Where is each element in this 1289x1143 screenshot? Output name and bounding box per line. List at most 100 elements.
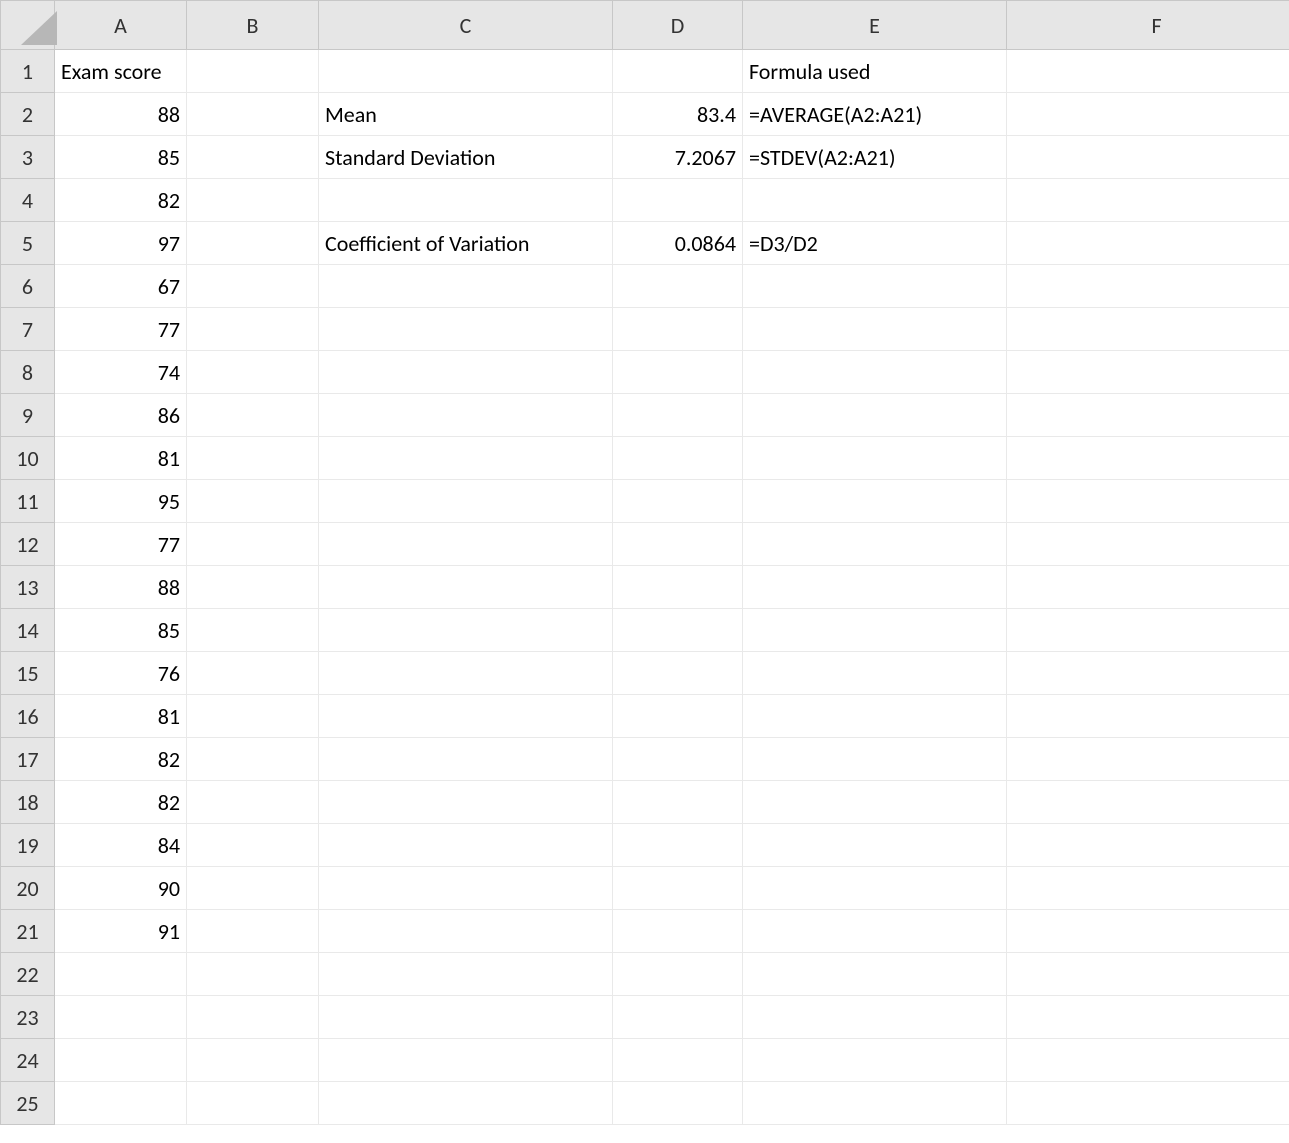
cell-F1[interactable] [1007,50,1289,93]
cell-A15[interactable]: 76 [55,652,187,695]
cell-B2[interactable] [187,93,319,136]
cell-A6[interactable]: 67 [55,265,187,308]
cell-A4[interactable]: 82 [55,179,187,222]
cell-E14[interactable] [743,609,1007,652]
cell-C20[interactable] [319,867,613,910]
cell-A13[interactable]: 88 [55,566,187,609]
cell-D20[interactable] [613,867,743,910]
cell-B5[interactable] [187,222,319,265]
column-header-A[interactable]: A [55,1,187,50]
cell-B4[interactable] [187,179,319,222]
cell-C25[interactable] [319,1082,613,1125]
cell-C4[interactable] [319,179,613,222]
cell-F8[interactable] [1007,351,1289,394]
select-all-corner[interactable] [1,1,55,50]
cell-B20[interactable] [187,867,319,910]
cell-C17[interactable] [319,738,613,781]
row-header-8[interactable]: 8 [1,351,55,394]
cell-F23[interactable] [1007,996,1289,1039]
cell-F24[interactable] [1007,1039,1289,1082]
row-header-21[interactable]: 21 [1,910,55,953]
cell-A7[interactable]: 77 [55,308,187,351]
row-header-24[interactable]: 24 [1,1039,55,1082]
column-header-B[interactable]: B [187,1,319,50]
row-header-9[interactable]: 9 [1,394,55,437]
cell-D6[interactable] [613,265,743,308]
cell-F4[interactable] [1007,179,1289,222]
row-header-23[interactable]: 23 [1,996,55,1039]
cell-E19[interactable] [743,824,1007,867]
cell-F21[interactable] [1007,910,1289,953]
cell-F2[interactable] [1007,93,1289,136]
cell-D13[interactable] [613,566,743,609]
cell-D3[interactable]: 7.2067 [613,136,743,179]
cell-E25[interactable] [743,1082,1007,1125]
cell-A18[interactable]: 82 [55,781,187,824]
row-header-3[interactable]: 3 [1,136,55,179]
cell-C6[interactable] [319,265,613,308]
cell-C8[interactable] [319,351,613,394]
cell-F22[interactable] [1007,953,1289,996]
cell-F6[interactable] [1007,265,1289,308]
cell-E22[interactable] [743,953,1007,996]
cell-B14[interactable] [187,609,319,652]
cell-B9[interactable] [187,394,319,437]
cell-D18[interactable] [613,781,743,824]
cell-E15[interactable] [743,652,1007,695]
cell-C22[interactable] [319,953,613,996]
cell-B7[interactable] [187,308,319,351]
cell-E23[interactable] [743,996,1007,1039]
cell-B12[interactable] [187,523,319,566]
cell-E24[interactable] [743,1039,1007,1082]
cell-B18[interactable] [187,781,319,824]
row-header-18[interactable]: 18 [1,781,55,824]
cell-E6[interactable] [743,265,1007,308]
cell-B3[interactable] [187,136,319,179]
cell-F16[interactable] [1007,695,1289,738]
cell-C24[interactable] [319,1039,613,1082]
grid[interactable]: ABCDEF1Exam scoreFormula used288Mean83.4… [0,0,1289,1125]
cell-B8[interactable] [187,351,319,394]
cell-B10[interactable] [187,437,319,480]
cell-B24[interactable] [187,1039,319,1082]
cell-C15[interactable] [319,652,613,695]
cell-D11[interactable] [613,480,743,523]
row-header-17[interactable]: 17 [1,738,55,781]
column-header-C[interactable]: C [319,1,613,50]
cell-B25[interactable] [187,1082,319,1125]
cell-B11[interactable] [187,480,319,523]
cell-E8[interactable] [743,351,1007,394]
row-header-4[interactable]: 4 [1,179,55,222]
cell-A16[interactable]: 81 [55,695,187,738]
cell-A19[interactable]: 84 [55,824,187,867]
cell-A11[interactable]: 95 [55,480,187,523]
cell-A9[interactable]: 86 [55,394,187,437]
cell-E12[interactable] [743,523,1007,566]
cell-E13[interactable] [743,566,1007,609]
cell-D10[interactable] [613,437,743,480]
cell-E20[interactable] [743,867,1007,910]
row-header-13[interactable]: 13 [1,566,55,609]
row-header-1[interactable]: 1 [1,50,55,93]
row-header-11[interactable]: 11 [1,480,55,523]
cell-F15[interactable] [1007,652,1289,695]
cell-E5[interactable]: =D3/D2 [743,222,1007,265]
cell-A23[interactable] [55,996,187,1039]
cell-C3[interactable]: Standard Deviation [319,136,613,179]
cell-F13[interactable] [1007,566,1289,609]
cell-A10[interactable]: 81 [55,437,187,480]
cell-C5[interactable]: Coefficient of Variation [319,222,613,265]
cell-F7[interactable] [1007,308,1289,351]
cell-D24[interactable] [613,1039,743,1082]
cell-F5[interactable] [1007,222,1289,265]
cell-D1[interactable] [613,50,743,93]
cell-C1[interactable] [319,50,613,93]
cell-D16[interactable] [613,695,743,738]
cell-F17[interactable] [1007,738,1289,781]
cell-D8[interactable] [613,351,743,394]
cell-D19[interactable] [613,824,743,867]
cell-B19[interactable] [187,824,319,867]
cell-A1[interactable]: Exam score [55,50,187,93]
cell-E11[interactable] [743,480,1007,523]
cell-F25[interactable] [1007,1082,1289,1125]
